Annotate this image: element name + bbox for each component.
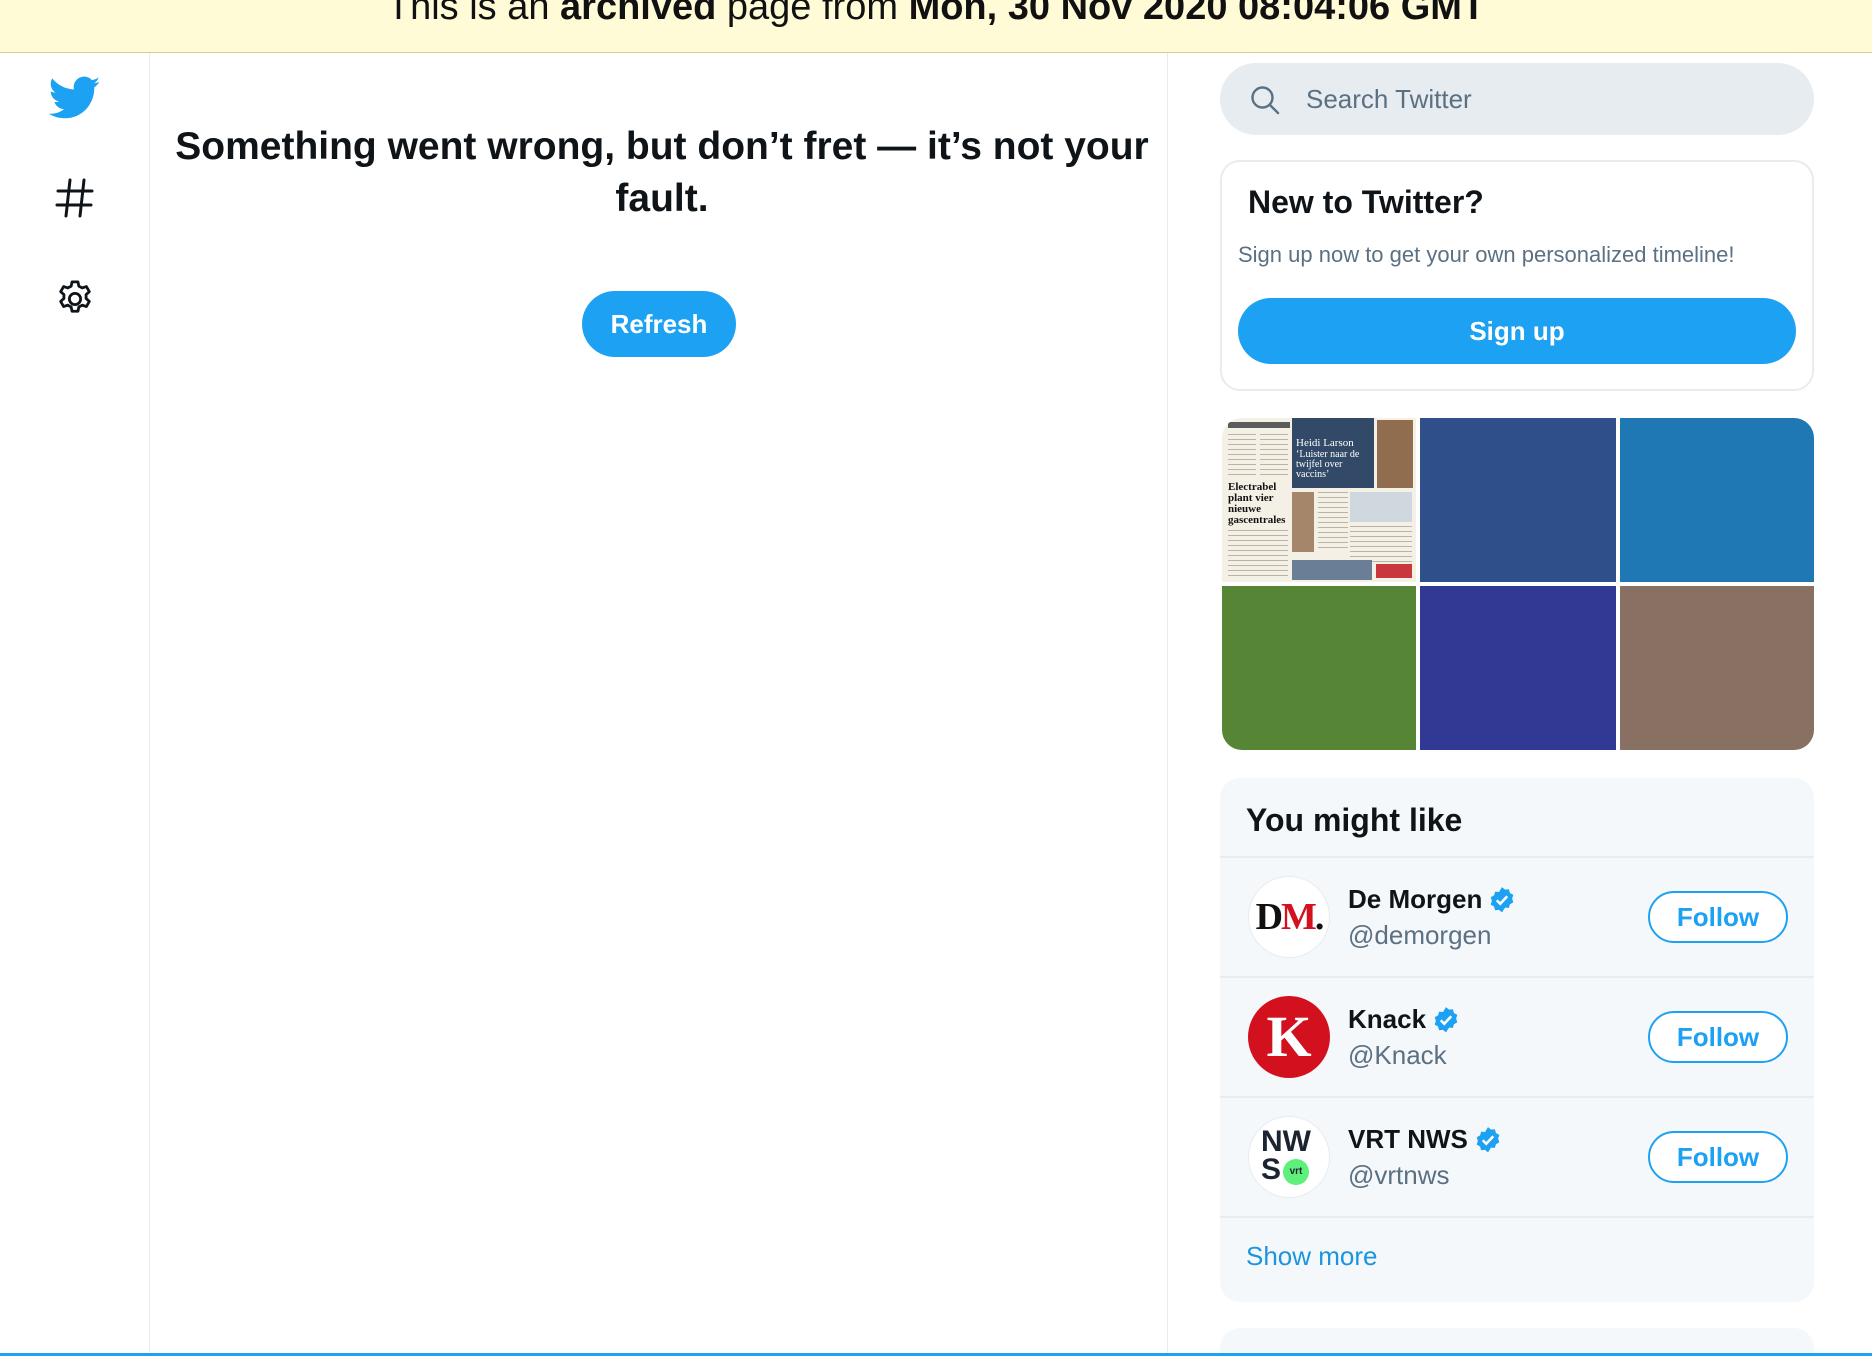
media-tile-4[interactable] xyxy=(1222,586,1416,750)
banner-middle: page from xyxy=(716,0,909,28)
signup-card: New to Twitter? Sign up now to get your … xyxy=(1220,160,1814,391)
avatar-vrtnws: NW S vrt xyxy=(1248,1116,1330,1198)
who-to-follow-title: You might like xyxy=(1246,802,1463,838)
media-tile-2[interactable] xyxy=(1420,418,1616,582)
newspaper-quote: ‘Luister naar de twijfel over vaccins’ xyxy=(1296,449,1360,480)
error-message: Something went wrong, but don’t fret — i… xyxy=(175,125,1149,220)
archive-banner: This is an archived page from Mon, 30 No… xyxy=(0,0,1872,53)
banner-prefix: This is an xyxy=(386,0,561,28)
media-grid: Heidi Larson ‘Luister naar de twijfel ov… xyxy=(1222,418,1814,750)
newspaper-headline: Electrabel plant vier nieuwe gascentrale… xyxy=(1228,481,1286,526)
gear-icon[interactable] xyxy=(48,272,102,326)
search-icon xyxy=(1251,86,1280,115)
verified-badge-icon xyxy=(1491,886,1514,912)
search-input[interactable] xyxy=(1306,63,1786,135)
follow-button[interactable]: Follow xyxy=(1648,1131,1788,1183)
signup-subtitle: Sign up now to get your own personalized… xyxy=(1238,242,1735,267)
avatar-knack: K xyxy=(1248,996,1330,1078)
account-name: Knack xyxy=(1348,1004,1460,1035)
account-row-knack[interactable]: K Knack @Knack Follow xyxy=(1220,976,1814,1095)
banner-date: Mon, 30 Nov 2020 08:04:06 GMT xyxy=(908,0,1486,28)
account-name: De Morgen xyxy=(1348,884,1516,915)
show-more-link[interactable]: Show more xyxy=(1246,1241,1378,1272)
media-tile-6[interactable] xyxy=(1620,586,1814,750)
account-handle: @demorgen xyxy=(1348,920,1492,950)
signup-button[interactable]: Sign up xyxy=(1238,298,1796,364)
account-handle: @Knack xyxy=(1348,1040,1447,1070)
next-card xyxy=(1220,1328,1814,1356)
account-row-demorgen[interactable]: DM. De Morgen @demorgen Follow xyxy=(1220,856,1814,975)
verified-badge-icon xyxy=(1434,1006,1458,1032)
account-name-text: VRT NWS xyxy=(1348,1124,1468,1154)
follow-button[interactable]: Follow xyxy=(1648,891,1788,943)
left-nav xyxy=(0,53,150,1353)
account-name-text: De Morgen xyxy=(1348,884,1483,914)
verified-badge-icon xyxy=(1476,1126,1500,1152)
media-tile-5[interactable] xyxy=(1420,586,1616,750)
account-name: VRT NWS xyxy=(1348,1124,1502,1155)
account-row-vrtnws[interactable]: NW S vrt VRT NWS @vrtnws Follow xyxy=(1220,1096,1814,1215)
account-handle: @vrtnws xyxy=(1348,1160,1450,1190)
hashtag-icon[interactable] xyxy=(48,171,102,225)
signup-title: New to Twitter? xyxy=(1248,184,1484,220)
refresh-button[interactable]: Refresh xyxy=(582,291,736,357)
banner-archived: archived xyxy=(560,0,717,28)
media-tile-newspaper[interactable]: Heidi Larson ‘Luister naar de twijfel ov… xyxy=(1222,418,1416,582)
search-box[interactable] xyxy=(1220,63,1814,135)
twitter-logo-icon[interactable] xyxy=(48,72,102,126)
media-tile-3[interactable] xyxy=(1620,418,1814,582)
newspaper-quote-author: Heidi Larson xyxy=(1296,437,1354,449)
main-column: Something went wrong, but don’t fret — i… xyxy=(150,53,1168,1353)
who-to-follow-card: You might like DM. De Morgen @demorgen F… xyxy=(1220,778,1814,1302)
account-name-text: Knack xyxy=(1348,1004,1427,1034)
avatar-demorgen: DM. xyxy=(1248,876,1330,958)
follow-button[interactable]: Follow xyxy=(1648,1011,1788,1063)
